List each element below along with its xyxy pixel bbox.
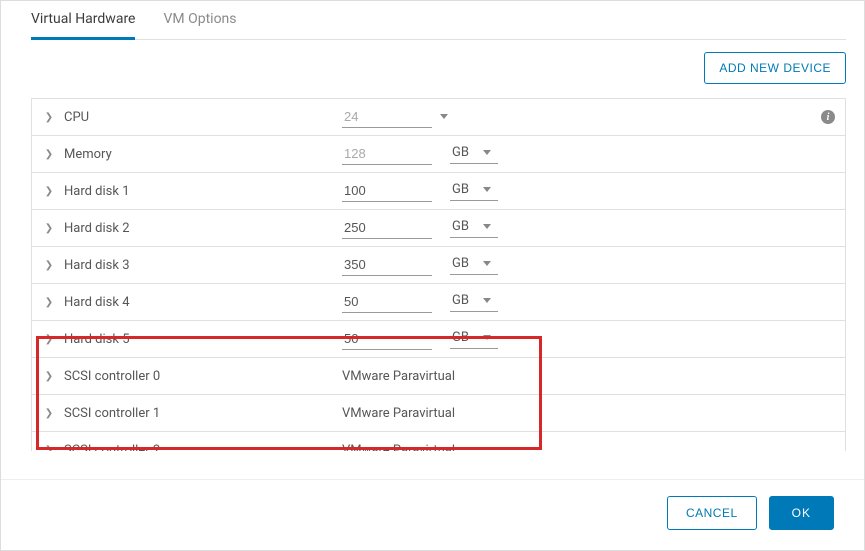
add-device-row: ADD NEW DEVICE xyxy=(31,52,846,84)
row-scsi-controller-0: ❯ SCSI controller 0 VMware Paravirtual xyxy=(32,358,845,395)
hd4-label: Hard disk 4 xyxy=(64,295,130,310)
dialog-scroll-area[interactable]: Virtual Hardware VM Options ADD NEW DEVI… xyxy=(1,1,864,451)
hd5-value-input[interactable] xyxy=(342,328,432,350)
ok-button[interactable]: OK xyxy=(769,496,834,530)
chevron-down-icon xyxy=(483,150,491,155)
hd3-label: Hard disk 3 xyxy=(64,258,130,273)
memory-unit-label: GB xyxy=(452,145,469,160)
row-scsi-controller-2: ❯ SCSI controller 2 VMware Paravirtual xyxy=(32,432,845,451)
chevron-down-icon xyxy=(483,261,491,266)
hd2-unit-select[interactable]: GB xyxy=(450,219,498,238)
hd2-label: Hard disk 2 xyxy=(64,221,130,236)
hd2-value-input[interactable] xyxy=(342,217,432,239)
memory-label: Memory xyxy=(64,147,112,162)
row-cpu: ❯ CPU i xyxy=(32,99,845,136)
cancel-button[interactable]: CANCEL xyxy=(667,496,757,530)
chevron-right-icon[interactable]: ❯ xyxy=(42,371,56,382)
chevron-right-icon[interactable]: ❯ xyxy=(42,223,56,234)
chevron-down-icon xyxy=(483,224,491,229)
chevron-right-icon[interactable]: ❯ xyxy=(42,445,56,452)
row-scsi-controller-1: ❯ SCSI controller 1 VMware Paravirtual xyxy=(32,395,845,432)
row-hard-disk-1: ❯ Hard disk 1 GB xyxy=(32,173,845,210)
chevron-right-icon[interactable]: ❯ xyxy=(42,112,56,123)
hd4-unit-select[interactable]: GB xyxy=(450,293,498,312)
hd5-label: Hard disk 5 xyxy=(64,332,130,347)
chevron-down-icon xyxy=(483,187,491,192)
hd1-label: Hard disk 1 xyxy=(64,184,130,199)
scsi1-value: VMware Paravirtual xyxy=(342,406,455,421)
scsi1-label: SCSI controller 1 xyxy=(64,406,160,421)
scsi2-label: SCSI controller 2 xyxy=(64,443,160,452)
row-hard-disk-3: ❯ Hard disk 3 GB xyxy=(32,247,845,284)
chevron-right-icon[interactable]: ❯ xyxy=(42,149,56,160)
memory-unit-select[interactable]: GB xyxy=(450,145,498,164)
row-hard-disk-4: ❯ Hard disk 4 GB xyxy=(32,284,845,321)
hd1-unit-select[interactable]: GB xyxy=(450,182,498,201)
tab-vm-options[interactable]: VM Options xyxy=(163,1,236,40)
hd4-value-input[interactable] xyxy=(342,291,432,313)
info-icon[interactable]: i xyxy=(821,110,835,124)
hd1-unit-label: GB xyxy=(452,182,469,197)
chevron-right-icon[interactable]: ❯ xyxy=(42,260,56,271)
chevron-right-icon[interactable]: ❯ xyxy=(42,408,56,419)
vm-edit-dialog: Virtual Hardware VM Options ADD NEW DEVI… xyxy=(0,0,865,551)
cpu-value-input[interactable] xyxy=(342,106,432,128)
add-new-device-button[interactable]: ADD NEW DEVICE xyxy=(704,52,846,84)
chevron-down-icon xyxy=(440,114,448,119)
chevron-right-icon[interactable]: ❯ xyxy=(42,297,56,308)
hd4-unit-label: GB xyxy=(452,293,469,308)
hd5-unit-select[interactable]: GB xyxy=(450,330,498,349)
chevron-down-icon xyxy=(483,298,491,303)
scsi2-value: VMware Paravirtual xyxy=(342,443,455,452)
dialog-footer: CANCEL OK xyxy=(1,479,864,550)
cpu-dropdown[interactable] xyxy=(440,114,452,121)
tab-bar: Virtual Hardware VM Options xyxy=(31,1,846,40)
memory-value-input[interactable] xyxy=(342,143,432,165)
hd1-value-input[interactable] xyxy=(342,180,432,202)
chevron-down-icon xyxy=(483,335,491,340)
row-hard-disk-2: ❯ Hard disk 2 GB xyxy=(32,210,845,247)
row-memory: ❯ Memory GB xyxy=(32,136,845,173)
scsi0-label: SCSI controller 0 xyxy=(64,369,160,384)
hd3-unit-select[interactable]: GB xyxy=(450,256,498,275)
tab-virtual-hardware[interactable]: Virtual Hardware xyxy=(31,1,135,40)
hd3-unit-label: GB xyxy=(452,256,469,271)
hd3-value-input[interactable] xyxy=(342,254,432,276)
cpu-label: CPU xyxy=(64,110,89,125)
row-hard-disk-5: ❯ Hard disk 5 GB xyxy=(32,321,845,358)
scsi0-value: VMware Paravirtual xyxy=(342,369,455,384)
chevron-right-icon[interactable]: ❯ xyxy=(42,334,56,345)
hardware-table: ❯ CPU i ❯ Memory xyxy=(31,98,846,451)
hd5-unit-label: GB xyxy=(452,330,469,345)
chevron-right-icon[interactable]: ❯ xyxy=(42,186,56,197)
hd2-unit-label: GB xyxy=(452,219,469,234)
